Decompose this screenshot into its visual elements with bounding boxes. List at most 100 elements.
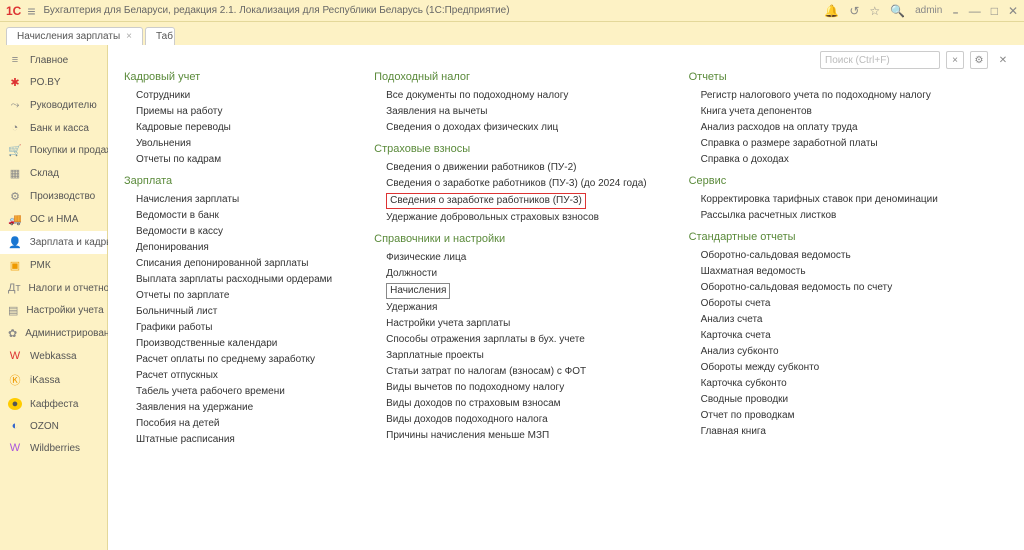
menu-link[interactable]: Оборотно-сальдовая ведомость (701, 249, 938, 263)
sidebar-item[interactable]: ◐OZON (0, 415, 107, 437)
menu-link[interactable]: Справка о размере заработной платы (701, 137, 938, 151)
close-icon[interactable]: ✕ (1008, 4, 1018, 18)
menu-link[interactable]: Оборотно-сальдовая ведомость по счету (701, 281, 938, 295)
menu-link[interactable]: Анализ расходов на оплату труда (701, 121, 938, 135)
sidebar-item[interactable]: ▤Настройки учета (0, 299, 107, 322)
menu-link[interactable]: Книга учета депонентов (701, 105, 938, 119)
close-panel-button[interactable]: ✕ (994, 51, 1012, 69)
sidebar-item[interactable]: ▦Склад (0, 162, 107, 185)
menu-link[interactable]: Кадровые переводы (136, 121, 332, 135)
sidebar-item[interactable]: ≡Главное (0, 49, 107, 71)
menu-link[interactable]: Обороты счета (701, 297, 938, 311)
sidebar-item[interactable]: ⤳Руководителю (0, 94, 107, 117)
menu-link[interactable]: Сведения о доходах физических лиц (386, 121, 646, 135)
sidebar-item[interactable]: ▣РМК (0, 254, 107, 277)
tab[interactable]: Таб (145, 27, 175, 45)
menu-link[interactable]: Виды вычетов по подоходному налогу (386, 381, 646, 395)
search-input[interactable]: Поиск (Ctrl+F) (820, 51, 940, 69)
menu-link[interactable]: Виды доходов подоходного налога (386, 413, 646, 427)
group-title[interactable]: Справочники и настройки (374, 233, 646, 245)
sidebar-item[interactable]: 👤Зарплата и кадры (0, 231, 107, 254)
group-title[interactable]: Сервис (689, 175, 938, 187)
double-line-icon[interactable]: ₌ (952, 4, 958, 18)
star-icon[interactable]: ☆ (869, 4, 880, 18)
menu-link[interactable]: Увольнения (136, 137, 332, 151)
menu-link[interactable]: Удержания (386, 301, 646, 315)
menu-link[interactable]: Главная книга (701, 425, 938, 439)
menu-link[interactable]: Отчеты по кадрам (136, 153, 332, 167)
menu-link[interactable]: Депонирования (136, 241, 332, 255)
menu-link[interactable]: Начисления зарплаты (136, 193, 332, 207)
menu-link[interactable]: Анализ счета (701, 313, 938, 327)
settings-button[interactable]: ⚙ (970, 51, 988, 69)
menu-link[interactable]: Больничный лист (136, 305, 332, 319)
menu-link[interactable]: Отчет по проводкам (701, 409, 938, 423)
menu-link[interactable]: Приемы на работу (136, 105, 332, 119)
menu-link[interactable]: Табель учета рабочего времени (136, 385, 332, 399)
clear-search-button[interactable]: × (946, 51, 964, 69)
group-title[interactable]: Зарплата (124, 175, 332, 187)
minimize-icon[interactable]: — (969, 4, 981, 18)
menu-link[interactable]: Обороты между субконто (701, 361, 938, 375)
menu-link[interactable]: Ведомости в банк (136, 209, 332, 223)
menu-link[interactable]: Анализ субконто (701, 345, 938, 359)
menu-link[interactable]: Отчеты по зарплате (136, 289, 332, 303)
sidebar-item[interactable]: ⓀiKassa (0, 367, 107, 393)
bell-icon[interactable]: 🔔 (824, 4, 839, 18)
sidebar-item[interactable]: ✱PO.BY (0, 71, 107, 94)
tab[interactable]: Начисления зарплаты× (6, 27, 143, 45)
group-title[interactable]: Подоходный налог (374, 71, 646, 83)
menu-link[interactable]: Ведомости в кассу (136, 225, 332, 239)
menu-link[interactable]: Производственные календари (136, 337, 332, 351)
menu-link[interactable]: Начисления (386, 283, 450, 299)
menu-link[interactable]: Расчет отпускных (136, 369, 332, 383)
menu-link[interactable]: Выплата зарплаты расходными ордерами (136, 273, 332, 287)
group-title[interactable]: Кадровый учет (124, 71, 332, 83)
menu-link[interactable]: Сотрудники (136, 89, 332, 103)
sidebar-item[interactable]: WWildberries (0, 437, 107, 459)
menu-icon[interactable]: ≡ (27, 3, 35, 19)
sidebar-item[interactable]: ДтНалоги и отчетность (0, 277, 107, 299)
history-icon[interactable]: ↺ (849, 4, 859, 18)
menu-link[interactable]: Способы отражения зарплаты в бух. учете (386, 333, 646, 347)
menu-link[interactable]: Сведения о заработке работников (ПУ-3) (… (386, 177, 646, 191)
menu-link[interactable]: Виды доходов по страховым взносам (386, 397, 646, 411)
menu-link[interactable]: Зарплатные проекты (386, 349, 646, 363)
menu-link[interactable]: Рассылка расчетных листков (701, 209, 938, 223)
sidebar-item[interactable]: 🛒Покупки и продажи (0, 139, 107, 162)
menu-link[interactable]: Должности (386, 267, 646, 281)
sidebar-item[interactable]: 🚚ОС и НМА (0, 208, 107, 231)
user-label[interactable]: admin (915, 5, 942, 16)
menu-link[interactable]: Настройки учета зарплаты (386, 317, 646, 331)
tab-close-icon[interactable]: × (126, 31, 132, 42)
menu-link[interactable]: Заявления на удержание (136, 401, 332, 415)
sidebar-item[interactable]: ✿Администрирование (0, 322, 107, 345)
group-title[interactable]: Стандартные отчеты (689, 231, 938, 243)
menu-link[interactable]: Сводные проводки (701, 393, 938, 407)
menu-link[interactable]: Сведения о заработке работников (ПУ-3) (386, 193, 586, 209)
menu-link[interactable]: Расчет оплаты по среднему заработку (136, 353, 332, 367)
menu-link[interactable]: Карточка счета (701, 329, 938, 343)
menu-link[interactable]: Все документы по подоходному налогу (386, 89, 646, 103)
sidebar-item[interactable]: ●Каффеста (0, 393, 107, 415)
menu-link[interactable]: Регистр налогового учета по подоходному … (701, 89, 938, 103)
menu-link[interactable]: Сведения о движении работников (ПУ-2) (386, 161, 646, 175)
menu-link[interactable]: Физические лица (386, 251, 646, 265)
sidebar-item[interactable]: WWebkassa (0, 345, 107, 367)
sidebar-item[interactable]: ◔Банк и касса (0, 117, 107, 139)
menu-link[interactable]: Графики работы (136, 321, 332, 335)
menu-link[interactable]: Статьи затрат по налогам (взносам) с ФОТ (386, 365, 646, 379)
group-title[interactable]: Страховые взносы (374, 143, 646, 155)
search-icon[interactable]: 🔍 (890, 4, 905, 18)
maximize-icon[interactable]: □ (991, 4, 998, 18)
menu-link[interactable]: Пособия на детей (136, 417, 332, 431)
menu-link[interactable]: Заявления на вычеты (386, 105, 646, 119)
menu-link[interactable]: Списания депонированной зарплаты (136, 257, 332, 271)
menu-link[interactable]: Удержание добровольных страховых взносов (386, 211, 646, 225)
menu-link[interactable]: Справка о доходах (701, 153, 938, 167)
menu-link[interactable]: Причины начисления меньше МЗП (386, 429, 646, 443)
group-title[interactable]: Отчеты (689, 71, 938, 83)
menu-link[interactable]: Штатные расписания (136, 433, 332, 447)
menu-link[interactable]: Шахматная ведомость (701, 265, 938, 279)
menu-link[interactable]: Карточка субконто (701, 377, 938, 391)
